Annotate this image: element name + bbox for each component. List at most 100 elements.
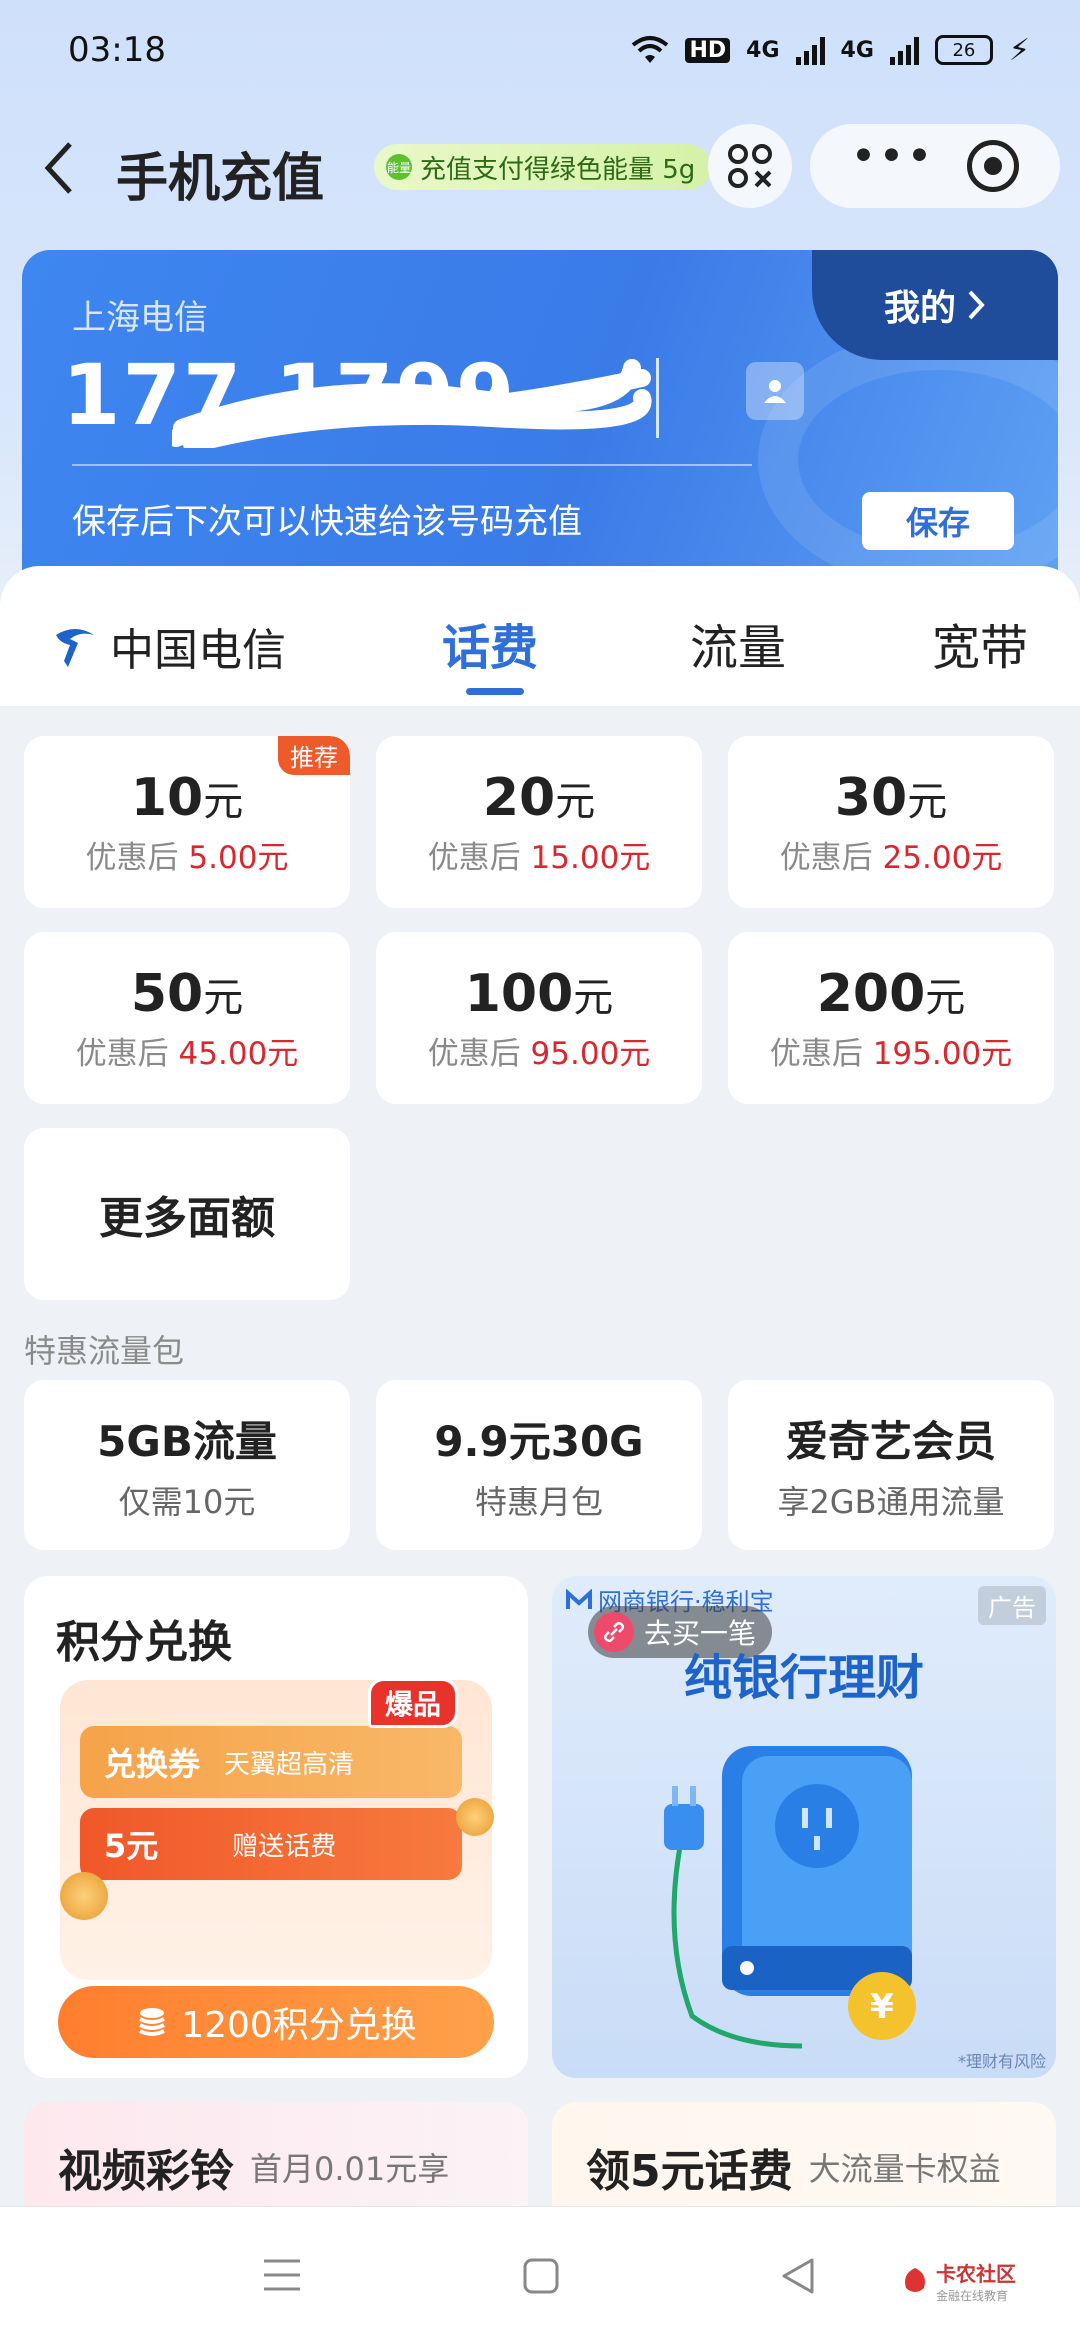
coin-icon — [456, 1798, 494, 1836]
package-card[interactable]: 爱奇艺会员 享2GB通用流量 — [728, 1380, 1054, 1550]
package-title: 9.9元30G — [434, 1416, 644, 1466]
watermark: 卡农社区 金融在线教育 — [900, 2258, 1016, 2304]
tab-indicator — [466, 688, 524, 695]
recommend-badge: 推荐 — [278, 736, 350, 775]
package-sub: 享2GB通用流量 — [777, 1482, 1005, 1521]
package-sub: 特惠月包 — [474, 1482, 603, 1521]
target-icon — [984, 157, 1003, 175]
back-nav-icon[interactable] — [780, 2257, 816, 2295]
package-title: 爱奇艺会员 — [785, 1416, 996, 1466]
package-card[interactable]: 5GB流量 仅需10元 — [24, 1380, 350, 1550]
recharge-amount: 20元 — [482, 767, 596, 828]
menu-icon[interactable] — [262, 2257, 302, 2293]
header: 手机充值 能量 充值支付得绿色能量 5g ••• — [0, 118, 1080, 218]
recharge-option[interactable]: 50元 优惠后 45.00元 — [24, 932, 350, 1104]
green-energy-banner[interactable]: 能量 充值支付得绿色能量 5g — [374, 144, 712, 190]
bank-logo-icon — [566, 1588, 592, 1609]
package-card[interactable]: 9.9元30G 特惠月包 — [376, 1380, 702, 1550]
energy-icon: 能量 — [386, 154, 412, 180]
chevron-right-icon — [968, 290, 985, 320]
status-time: 03:18 — [68, 30, 166, 70]
tab-broadband[interactable]: 宽带 — [932, 608, 1028, 678]
text-cursor — [656, 358, 659, 438]
signal-icon — [795, 35, 825, 65]
points-title: 积分兑换 — [56, 1617, 232, 1668]
close-miniprogram-button[interactable] — [967, 140, 1020, 192]
more-options-button[interactable]: ••• — [851, 135, 935, 179]
more-amounts-button[interactable]: 更多面额 — [24, 1128, 350, 1300]
package-title: 5GB流量 — [97, 1416, 277, 1466]
discount-price: 优惠后 5.00元 — [85, 839, 289, 876]
package-sub: 仅需10元 — [118, 1482, 256, 1521]
card-title: 领5元话费 — [586, 2146, 793, 2197]
points-exchange-button[interactable]: 1200积分兑换 — [58, 1986, 494, 2058]
green-energy-text: 充值支付得绿色能量 5g — [420, 154, 696, 185]
ad-risk-note: *理财有风险 — [957, 2052, 1046, 2071]
ad-title: 纯银行理财 — [683, 1650, 924, 1706]
network-type-1: 4G — [746, 37, 780, 63]
tab-bar: 中国电信 话费 流量 宽带 — [0, 566, 1080, 706]
coins-stack-icon — [139, 2008, 166, 2036]
scan-button[interactable] — [708, 124, 792, 208]
coupon-ticket: 兑换券 天翼超高清 — [80, 1726, 462, 1798]
recharge-option[interactable]: 100元 优惠后 95.00元 — [376, 932, 702, 1104]
discount-price: 优惠后 95.00元 — [427, 1035, 651, 1072]
status-icons: HD 4G 4G 26 ⚡ — [631, 33, 1030, 68]
tab-data[interactable]: 流量 — [690, 608, 786, 678]
discount-price: 优惠后 15.00元 — [427, 839, 651, 876]
points-exchange-card[interactable]: 积分兑换 兑换券 天翼超高清 5元 赠送话费 爆品 1200积分兑换 — [24, 1576, 528, 2078]
ad-tag: 广告 — [978, 1586, 1046, 1625]
coupon-ticket: 5元 赠送话费 — [80, 1808, 462, 1880]
recharge-option[interactable]: 推荐 10元 优惠后 5.00元 — [24, 736, 350, 908]
hd-icon: HD — [685, 37, 731, 63]
section-title: 特惠流量包 — [24, 1332, 185, 1370]
recharge-amount: 50元 — [130, 963, 244, 1024]
carrier-brand-label: 中国电信 — [110, 625, 286, 676]
recharge-option[interactable]: 20元 优惠后 15.00元 — [376, 736, 702, 908]
home-icon[interactable] — [522, 2257, 560, 2295]
battery-icon: 26 — [934, 35, 993, 65]
recharge-amount: 30元 — [834, 767, 948, 828]
save-button[interactable]: 保存 — [862, 492, 1014, 550]
hot-badge: 爆品 — [368, 1678, 459, 1728]
status-bar: 03:18 HD 4G 4G 26 ⚡ — [0, 0, 1080, 100]
contact-icon — [764, 380, 786, 403]
more-amounts-label: 更多面额 — [99, 1193, 275, 1244]
discount-price: 优惠后 195.00元 — [769, 1035, 1013, 1072]
china-telecom-logo-icon — [56, 629, 94, 667]
recharge-amount: 200元 — [816, 963, 966, 1024]
mine-button[interactable]: 我的 — [812, 250, 1058, 360]
carrier-brand: 中国电信 — [50, 614, 286, 678]
carrier-label: 上海电信 — [72, 298, 208, 338]
network-type-2: 4G — [840, 37, 874, 63]
socket-illustration-icon: ¥ — [664, 1746, 916, 2049]
recharge-amount: 100元 — [464, 963, 614, 1024]
discount-price: 优惠后 25.00元 — [779, 839, 1003, 876]
charging-icon: ⚡ — [1008, 32, 1030, 68]
card-title: 视频彩铃 — [58, 2146, 234, 2197]
discount-price: 优惠后 45.00元 — [75, 1035, 299, 1072]
recharge-amount: 10元 — [130, 767, 244, 828]
back-button[interactable] — [38, 138, 98, 198]
wifi-icon — [632, 36, 669, 63]
tab-topup[interactable]: 话费 — [442, 608, 538, 678]
input-underline — [72, 464, 752, 466]
redaction-scribble — [172, 359, 652, 448]
save-hint: 保存后下次可以快速给该号码充值 — [72, 502, 582, 542]
signal-icon-2 — [889, 35, 919, 65]
account-card: 我的 上海电信 177 1799 7036 保存后下次可以快速给该号码充值 保存 — [22, 250, 1058, 580]
mini-program-capsule: ••• — [810, 124, 1060, 208]
card-sub: 大流量卡权益 — [808, 2150, 1001, 2188]
mine-label: 我的 — [883, 288, 956, 329]
contacts-button[interactable] — [746, 362, 804, 420]
card-sub: 首月0.01元享 — [250, 2150, 450, 2188]
recharge-option[interactable]: 200元 优惠后 195.00元 — [728, 932, 1054, 1104]
svg-text:¥: ¥ — [870, 1987, 894, 2027]
recharge-option[interactable]: 30元 优惠后 25.00元 — [728, 736, 1054, 908]
coin-icon — [60, 1872, 108, 1920]
ad-card[interactable]: 网商银行·稳利宝 广告 去买一笔 纯银行理财 ¥ *理财有风险 — [552, 1576, 1056, 2078]
chevron-left-icon — [44, 142, 72, 194]
scan-icon — [728, 144, 772, 188]
page-title: 手机充值 — [116, 149, 325, 209]
watermark-logo-icon — [905, 2268, 925, 2292]
